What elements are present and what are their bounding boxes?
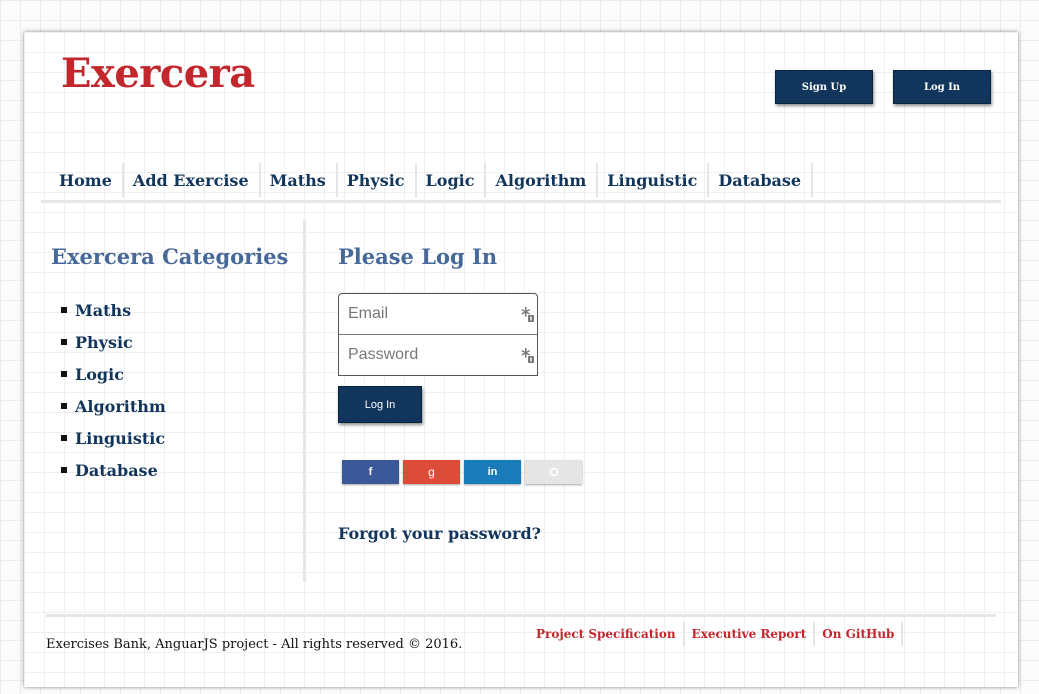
bullet-icon (61, 435, 67, 441)
required-asterisk-icon (521, 348, 534, 363)
login-heading: Please Log In (338, 244, 498, 269)
required-asterisk-icon (521, 307, 534, 322)
footer-divider (46, 614, 996, 617)
footer-link-on-github[interactable]: On GitHub (815, 622, 904, 646)
category-link-physic[interactable]: Physic (75, 333, 133, 352)
page-container: Exercera Sign Up Log In Home Add Exercis… (24, 32, 1018, 687)
list-item: Logic (61, 358, 166, 390)
sidebar-divider (303, 220, 306, 582)
facebook-icon: f (368, 466, 373, 478)
forgot-password-link[interactable]: Forgot your password? (338, 524, 541, 543)
github-login-button[interactable] (525, 460, 582, 484)
footer-link-executive-report[interactable]: Executive Report (685, 622, 816, 646)
bullet-icon (61, 467, 67, 473)
facebook-login-button[interactable]: f (342, 460, 399, 484)
category-link-maths[interactable]: Maths (75, 301, 131, 320)
nav-linguistic[interactable]: Linguistic (598, 163, 710, 197)
login-form (338, 293, 538, 376)
footer-link-project-specification[interactable]: Project Specification (529, 622, 685, 646)
bullet-icon (61, 371, 67, 377)
header-log-in-button[interactable]: Log In (893, 70, 991, 104)
bullet-icon (61, 339, 67, 345)
google-plus-login-button[interactable]: g (403, 460, 460, 484)
bullet-icon (61, 307, 67, 313)
category-link-logic[interactable]: Logic (75, 365, 124, 384)
nav-divider (41, 200, 1001, 203)
footer-links: Project Specification Executive Report O… (529, 622, 904, 646)
category-link-database[interactable]: Database (75, 461, 158, 480)
bullet-icon (61, 403, 67, 409)
list-item: Database (61, 454, 166, 486)
category-link-algorithm[interactable]: Algorithm (75, 397, 166, 416)
nav-logic[interactable]: Logic (417, 163, 487, 197)
email-field[interactable] (339, 304, 510, 324)
list-item: Linguistic (61, 422, 166, 454)
google-plus-icon: g (428, 465, 435, 479)
site-logo[interactable]: Exercera (61, 50, 255, 97)
list-item: Algorithm (61, 390, 166, 422)
log-in-button[interactable]: Log In (338, 386, 422, 423)
password-field[interactable] (339, 345, 510, 365)
nav-add-exercise[interactable]: Add Exercise (124, 163, 261, 197)
sign-up-button[interactable]: Sign Up (775, 70, 873, 104)
copyright-text: Exercises Bank, AnguarJS project - All r… (46, 637, 463, 652)
categories-list: Maths Physic Logic Algorithm Linguistic … (61, 294, 166, 486)
email-field-row (339, 294, 537, 334)
nav-algorithm[interactable]: Algorithm (486, 163, 599, 197)
category-link-linguistic[interactable]: Linguistic (75, 429, 165, 448)
github-icon (549, 467, 558, 477)
nav-physic[interactable]: Physic (338, 163, 417, 197)
list-item: Maths (61, 294, 166, 326)
social-login-buttons: f g in (342, 460, 586, 484)
nav-home[interactable]: Home (50, 163, 124, 197)
linkedin-login-button[interactable]: in (464, 460, 521, 484)
nav-database[interactable]: Database (709, 163, 814, 197)
categories-heading: Exercera Categories (51, 244, 289, 269)
linkedin-icon: in (487, 466, 498, 478)
main-nav: Home Add Exercise Maths Physic Logic Alg… (50, 163, 814, 197)
list-item: Physic (61, 326, 166, 358)
nav-maths[interactable]: Maths (261, 163, 338, 197)
password-field-row (339, 334, 537, 375)
